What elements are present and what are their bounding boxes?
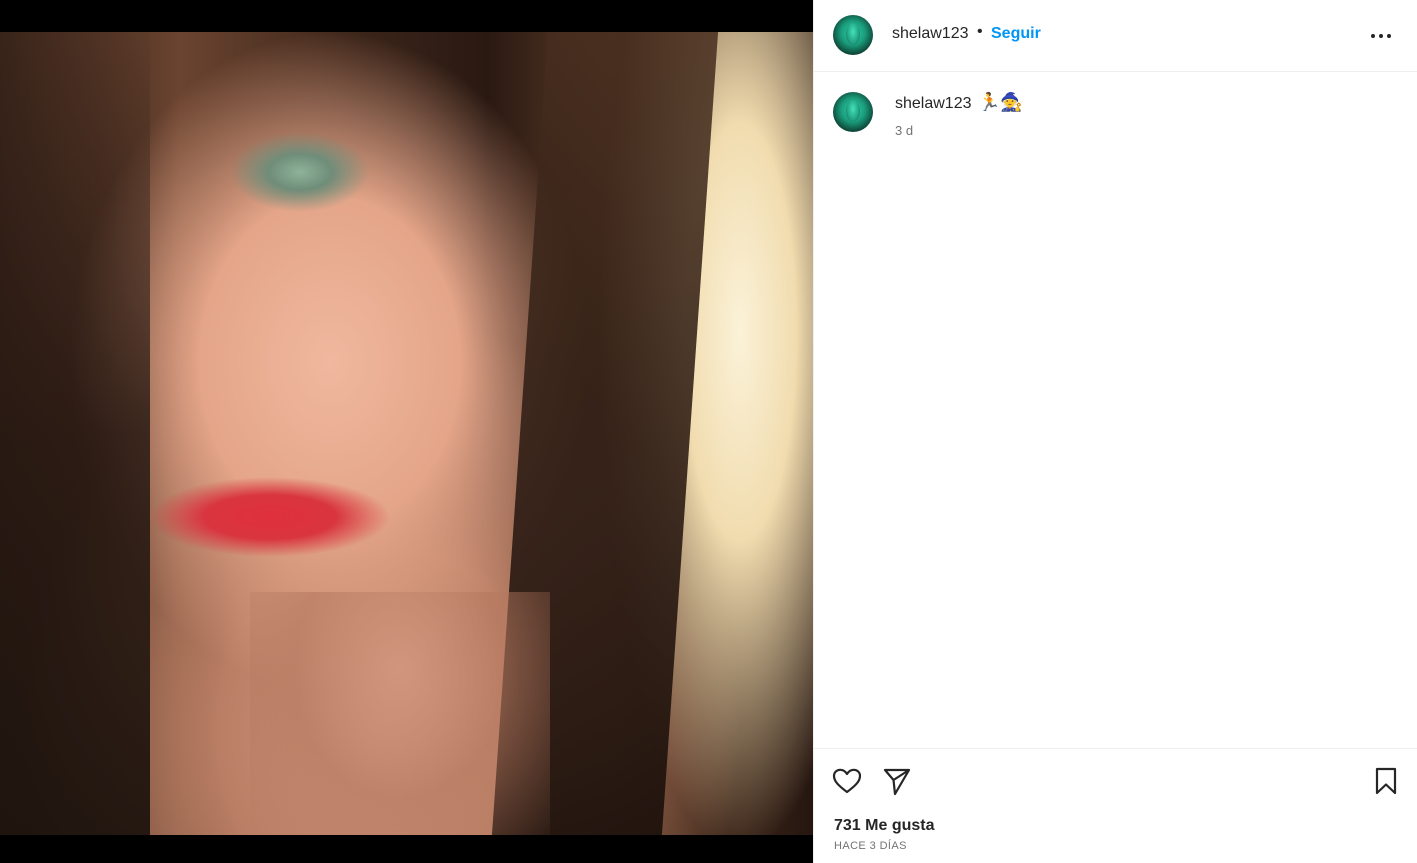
send-icon[interactable]: [881, 765, 913, 797]
separator-dot: •: [977, 23, 983, 40]
post-footer: 731 Me gusta HACE 3 DÍAS: [814, 748, 1417, 863]
author-username[interactable]: shelaw123: [892, 25, 969, 43]
bookmark-icon[interactable]: [1370, 765, 1402, 797]
photo-hair-left: [0, 32, 150, 835]
follow-button[interactable]: Seguir: [991, 25, 1041, 43]
caption-emojis: 🏃🧙: [978, 92, 1023, 112]
post-photo[interactable]: [0, 32, 813, 835]
caption-username[interactable]: shelaw123: [895, 95, 972, 113]
avatar[interactable]: [833, 15, 873, 55]
caption-avatar[interactable]: [833, 92, 873, 132]
post-side-panel: shelaw123 • Seguir shelaw123 🏃🧙 3 d 731 …: [813, 0, 1417, 863]
photo-neck: [250, 592, 550, 835]
heart-icon[interactable]: [831, 765, 863, 797]
post-timestamp[interactable]: HACE 3 DÍAS: [834, 840, 907, 852]
post-media: [0, 0, 813, 863]
likes-count[interactable]: 731 Me gusta: [834, 817, 934, 835]
more-horizontal-icon[interactable]: [1367, 22, 1395, 50]
post-header: shelaw123 • Seguir: [814, 0, 1417, 72]
caption-time[interactable]: 3 d: [895, 123, 913, 138]
